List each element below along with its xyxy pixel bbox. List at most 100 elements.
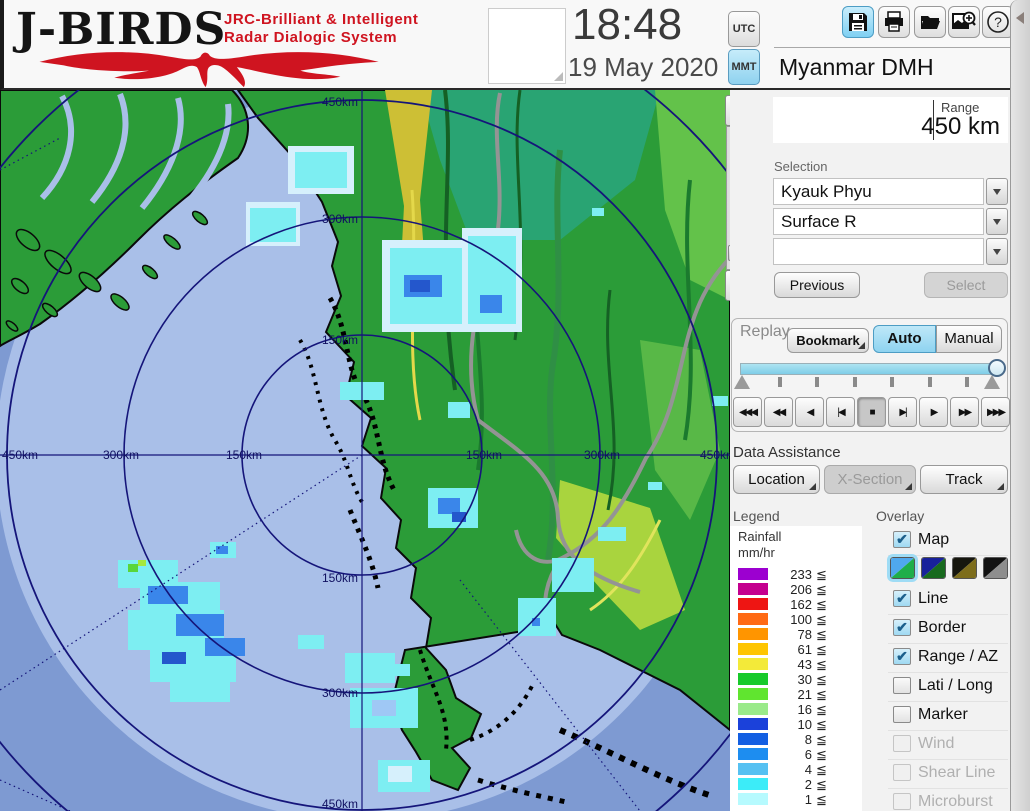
- legend-unit: mm/hr: [738, 545, 775, 560]
- save-icon: [849, 13, 867, 31]
- previous-button[interactable]: Previous: [774, 272, 860, 298]
- map-style-dark[interactable]: [921, 557, 946, 579]
- legend-row: 10 ≦: [730, 717, 862, 732]
- site-dropdown-value[interactable]: Kyauk Phyu: [773, 178, 984, 205]
- replay-timeline-slider[interactable]: [740, 363, 1000, 375]
- collapse-arrow-icon: [1016, 12, 1024, 24]
- svg-text:450km: 450km: [322, 797, 358, 811]
- product-dropdown: Surface R: [773, 208, 1008, 235]
- legend-row: 2 ≦: [730, 777, 862, 792]
- legend-row: 1 ≦: [730, 792, 862, 807]
- map-style-gray[interactable]: [983, 557, 1008, 579]
- svg-text:300km: 300km: [322, 212, 358, 226]
- map-style-olive[interactable]: [952, 557, 977, 579]
- product-dropdown-button[interactable]: [986, 208, 1008, 235]
- stop-button[interactable]: ■: [857, 397, 886, 427]
- map-style-row: [887, 554, 1008, 585]
- jump-start-button[interactable]: ◀◀◀: [733, 397, 762, 427]
- timeline-start-marker[interactable]: [734, 375, 750, 389]
- fast-rewind-button[interactable]: ◀◀: [764, 397, 793, 427]
- svg-text:150km: 150km: [226, 448, 262, 462]
- replay-group: Replay Bookmark Auto Manual ◀◀◀ ◀◀ ◀ |◀ …: [731, 318, 1010, 432]
- extra-dropdown-value[interactable]: [773, 238, 984, 265]
- chevron-down-icon: [993, 188, 1001, 195]
- product-dropdown-value[interactable]: Surface R: [773, 208, 984, 235]
- panel-collapse-strip[interactable]: [1010, 0, 1030, 811]
- legend-title: Rainfall: [738, 529, 782, 544]
- svg-text:?: ?: [994, 14, 1002, 30]
- clock-date: 19 May 2020: [568, 52, 719, 82]
- extra-dropdown: [773, 238, 1008, 265]
- overlay-row-line: ✔ Line: [888, 587, 1008, 615]
- map-checkbox[interactable]: ✔: [893, 531, 911, 548]
- svg-text:150km: 150km: [322, 333, 358, 347]
- range-az-checkbox[interactable]: ✔: [893, 648, 911, 665]
- legend-row: 206 ≦: [730, 582, 862, 597]
- wind-checkbox[interactable]: [893, 735, 911, 752]
- legend-row: 16 ≦: [730, 702, 862, 717]
- site-dropdown: Kyauk Phyu: [773, 178, 1008, 205]
- legend-row: 78 ≦: [730, 627, 862, 642]
- svg-text:450km: 450km: [322, 95, 358, 109]
- screen-capture-icon: [952, 11, 976, 29]
- svg-text:450km: 450km: [2, 448, 38, 462]
- resize-grip-icon[interactable]: [554, 72, 563, 81]
- select-button[interactable]: Select: [924, 272, 1008, 298]
- data-assistance-label: Data Assistance: [733, 444, 841, 461]
- jump-end-button[interactable]: ▶▶▶: [981, 397, 1010, 427]
- print-icon: [885, 11, 903, 32]
- border-checkbox[interactable]: ✔: [893, 619, 911, 636]
- header-bar: J-BIRDS JRC-Brilliant & Intelligent Rada…: [0, 0, 1014, 90]
- timeline-end-marker[interactable]: [984, 375, 1000, 389]
- chevron-down-icon: [993, 248, 1001, 255]
- svg-text:300km: 300km: [322, 686, 358, 700]
- legend-row: 4 ≦: [730, 762, 862, 777]
- help-icon: ?: [987, 11, 1009, 33]
- map-style-terrain[interactable]: [887, 554, 918, 582]
- play-button[interactable]: ▶: [919, 397, 948, 427]
- print-button[interactable]: [878, 6, 910, 38]
- timezone-utc-button[interactable]: UTC: [728, 11, 760, 47]
- legend-row: 8 ≦: [730, 732, 862, 747]
- menu-fold-icon: [997, 483, 1004, 490]
- overlay-row-microburst: Microburst: [888, 790, 1008, 811]
- play-reverse-button[interactable]: ◀: [795, 397, 824, 427]
- menu-fold-icon: [809, 483, 816, 490]
- shear-line-checkbox[interactable]: [893, 764, 911, 781]
- open-folder-button[interactable]: [914, 6, 946, 38]
- clock-display-box: [488, 8, 566, 84]
- header-separator: [774, 47, 1012, 48]
- manual-mode-button[interactable]: Manual: [936, 325, 1002, 353]
- control-panel: Range 450 km Selection Kyauk Phyu Surfac…: [730, 90, 1010, 811]
- fast-forward-button[interactable]: ▶▶: [950, 397, 979, 427]
- marker-checkbox[interactable]: [893, 706, 911, 723]
- legend-row: 6 ≦: [730, 747, 862, 762]
- location-button[interactable]: Location: [733, 465, 820, 494]
- lati-long-checkbox[interactable]: [893, 677, 911, 694]
- extra-dropdown-button[interactable]: [986, 238, 1008, 265]
- radar-map[interactable]: 450km 300km 150km 150km 300km 450km 450k…: [0, 0, 825, 811]
- track-button[interactable]: Track: [920, 465, 1008, 494]
- legend-section-label: Legend: [733, 508, 780, 524]
- legend-row: 21 ≦: [730, 687, 862, 702]
- legend-row: 162 ≦: [730, 597, 862, 612]
- microburst-checkbox[interactable]: [893, 793, 911, 810]
- line-checkbox[interactable]: ✔: [893, 590, 911, 607]
- timezone-mmt-button[interactable]: MMT: [728, 49, 760, 85]
- svg-text:150km: 150km: [466, 448, 502, 462]
- save-button[interactable]: [842, 6, 874, 38]
- step-forward-button[interactable]: ▶|: [888, 397, 917, 427]
- screen-capture-button[interactable]: [948, 6, 980, 38]
- x-section-button[interactable]: X-Section: [824, 465, 916, 494]
- auto-mode-button[interactable]: Auto: [873, 325, 936, 353]
- open-folder-icon: [921, 16, 940, 29]
- station-name: Myanmar DMH: [779, 54, 934, 80]
- site-dropdown-button[interactable]: [986, 178, 1008, 205]
- jbirds-window: 450km 300km 150km 150km 300km 450km 450k…: [0, 0, 1030, 811]
- step-back-button[interactable]: |◀: [826, 397, 855, 427]
- overlay-row-range-az: ✔ Range / AZ: [888, 645, 1008, 673]
- selection-label: Selection: [774, 159, 828, 174]
- overlay-row-wind: Wind: [888, 732, 1008, 760]
- legend-row: 30 ≦: [730, 672, 862, 687]
- bookmark-button[interactable]: Bookmark: [787, 328, 869, 353]
